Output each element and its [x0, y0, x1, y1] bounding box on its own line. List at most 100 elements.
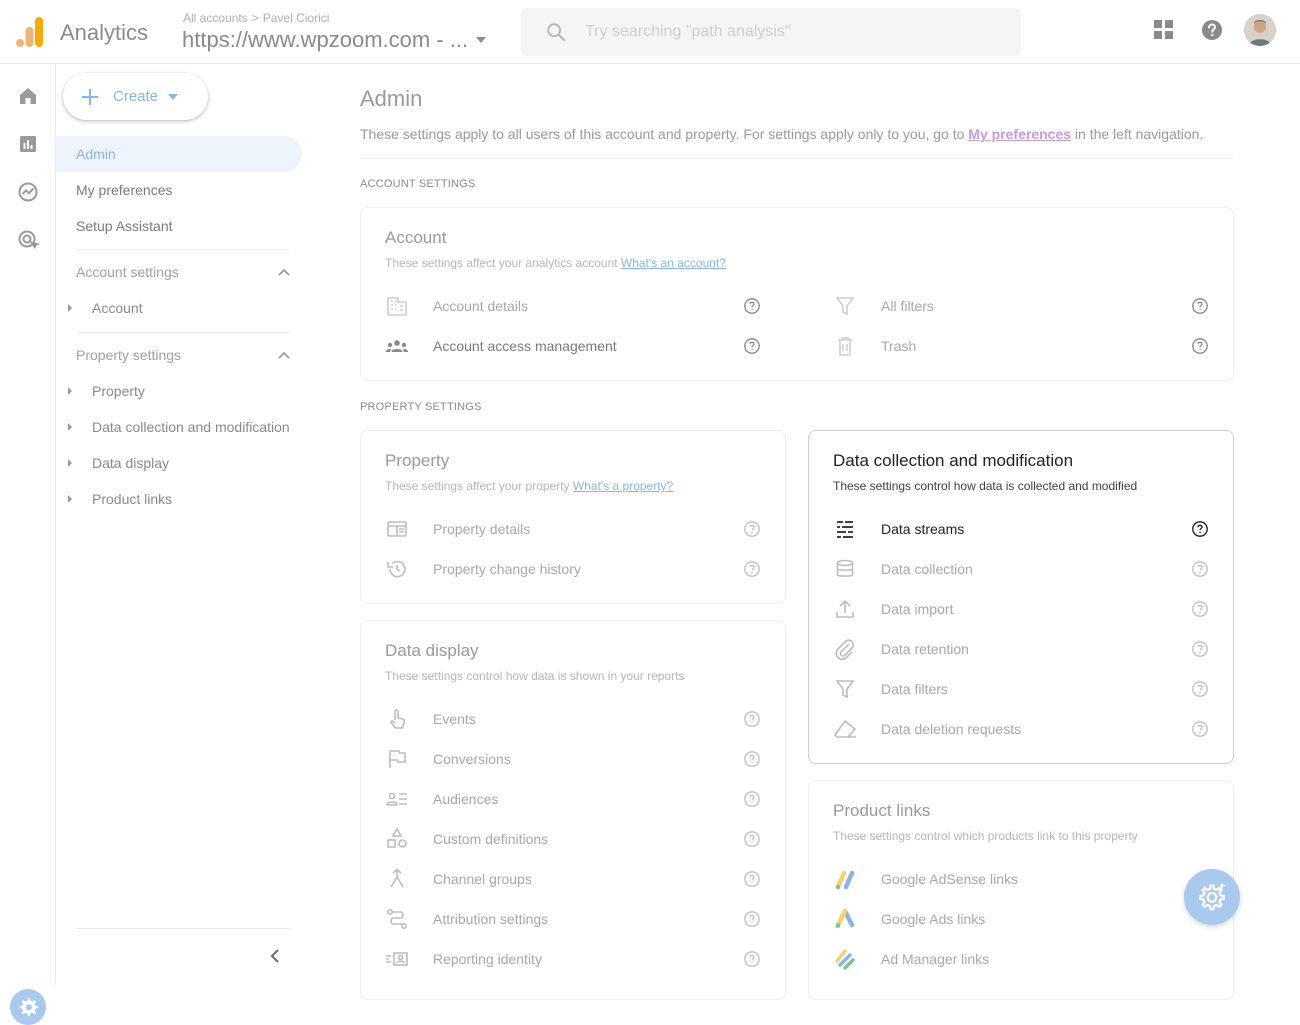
- channel-groups-item[interactable]: Channel groups: [385, 867, 532, 891]
- data-deletion-requests-item[interactable]: Data deletion requests: [833, 717, 1021, 741]
- data-streams-item[interactable]: Data streams: [833, 517, 964, 541]
- property-card-icon: [387, 521, 407, 537]
- help-circle-icon[interactable]: [1191, 560, 1209, 578]
- nav-item-setup-assistant[interactable]: Setup Assistant: [56, 208, 302, 244]
- nav-sub-data-collection[interactable]: Data collection and modification: [68, 419, 304, 435]
- help-circle-icon[interactable]: [743, 790, 761, 808]
- help-circle-icon[interactable]: [1191, 600, 1209, 618]
- data-retention-item[interactable]: Data retention: [833, 637, 969, 661]
- help-circle-icon[interactable]: [743, 520, 761, 538]
- events-item[interactable]: Events: [385, 707, 476, 731]
- help-circle-icon[interactable]: [743, 870, 761, 888]
- account-access-management-item[interactable]: Account access management: [385, 334, 617, 358]
- left-rail: [0, 64, 56, 1025]
- data-import-item[interactable]: Data import: [833, 597, 953, 621]
- nav-sub-account[interactable]: Account: [68, 300, 304, 316]
- shapes-icon: [387, 827, 407, 848]
- avatar[interactable]: [1244, 14, 1276, 46]
- nav-item-admin[interactable]: Admin: [56, 136, 302, 172]
- main-content: Admin These settings apply to all users …: [316, 64, 1300, 1000]
- data-collection-item[interactable]: Data collection: [833, 557, 973, 581]
- database-icon: [836, 559, 854, 577]
- property-change-history-item[interactable]: Property change history: [385, 557, 581, 581]
- paperclip-icon: [835, 639, 855, 660]
- audiences-item[interactable]: Audiences: [385, 787, 498, 811]
- settings-sparkle-fab[interactable]: [1184, 869, 1240, 925]
- data-filters-item[interactable]: Data filters: [833, 677, 948, 701]
- conversions-item[interactable]: Conversions: [385, 747, 511, 771]
- account-card: Account These settings affect your analy…: [360, 207, 1234, 381]
- all-filters-item[interactable]: All filters: [833, 294, 934, 318]
- item-label: Google AdSense links: [881, 871, 1018, 887]
- data-display-card: Data display These settings control how …: [360, 620, 786, 1000]
- create-button[interactable]: Create: [63, 73, 208, 120]
- divider: [360, 158, 1234, 159]
- people-icon: [386, 340, 408, 352]
- help-circle-icon[interactable]: [1191, 520, 1209, 538]
- expand-arrow-icon: [68, 495, 72, 503]
- nav-sub-property[interactable]: Property: [68, 383, 304, 399]
- whats-a-property-link[interactable]: What's a property?: [573, 479, 673, 493]
- expand-arrow-icon: [68, 423, 72, 431]
- reports-icon[interactable]: [16, 132, 40, 156]
- nav-sub-data-display[interactable]: Data display: [68, 455, 304, 471]
- help-circle-icon[interactable]: [1191, 640, 1209, 658]
- card-subtitle: These settings control how data is colle…: [833, 479, 1138, 493]
- help-circle-icon[interactable]: [743, 830, 761, 848]
- expand-arrow-icon: [68, 387, 72, 395]
- whats-an-account-link[interactable]: What's an account?: [621, 256, 726, 270]
- account-details-item[interactable]: Account details: [385, 294, 528, 318]
- breadcrumb-account-name[interactable]: Pavel Ciorici: [263, 11, 330, 25]
- explore-icon[interactable]: [16, 180, 40, 204]
- page-description: These settings apply to all users of thi…: [360, 126, 1203, 142]
- card-title: Data collection and modification: [833, 451, 1074, 470]
- reporting-identity-item[interactable]: Reporting identity: [385, 947, 542, 971]
- apps-grid-icon[interactable]: [1148, 14, 1180, 46]
- help-circle-icon[interactable]: [743, 560, 761, 578]
- adsense-logo: [835, 870, 855, 890]
- nav-item-my-preferences[interactable]: My preferences: [56, 172, 302, 208]
- nav-item-label: My preferences: [76, 182, 173, 198]
- admin-gear-icon[interactable]: [10, 989, 46, 1025]
- help-circle-icon[interactable]: [743, 710, 761, 728]
- home-icon[interactable]: [16, 84, 40, 108]
- analytics-logo[interactable]: [16, 17, 44, 47]
- help-circle-icon[interactable]: [1191, 720, 1209, 738]
- property-settings-section-header[interactable]: Property settings: [76, 347, 290, 363]
- advertising-icon[interactable]: [16, 228, 40, 252]
- breadcrumb-all-accounts[interactable]: All accounts: [183, 11, 248, 25]
- help-circle-icon[interactable]: [1191, 680, 1209, 698]
- property-name: https://www.wpzoom.com - ...: [182, 27, 469, 52]
- building-icon: [387, 297, 407, 316]
- help-circle-icon[interactable]: [743, 337, 761, 355]
- my-preferences-link[interactable]: My preferences: [968, 126, 1071, 142]
- help-circle-icon[interactable]: [1191, 297, 1209, 315]
- google-ads-links-item[interactable]: Google Ads links: [833, 907, 985, 931]
- property-details-item[interactable]: Property details: [385, 517, 530, 541]
- collapse-nav-icon[interactable]: [270, 948, 280, 964]
- help-circle-icon[interactable]: [743, 950, 761, 968]
- adsense-links-item[interactable]: Google AdSense links: [833, 867, 1018, 891]
- property-selector[interactable]: https://www.wpzoom.com - ...: [182, 27, 487, 53]
- search-input[interactable]: [585, 23, 985, 41]
- ad-manager-logo: [835, 949, 855, 970]
- help-circle-icon[interactable]: [1191, 337, 1209, 355]
- custom-definitions-item[interactable]: Custom definitions: [385, 827, 548, 851]
- help-circle-icon[interactable]: [743, 750, 761, 768]
- help-circle-icon[interactable]: [743, 297, 761, 315]
- description-text: in the left navigation.: [1071, 126, 1204, 142]
- card-subtitle: These settings control which products li…: [833, 829, 1138, 843]
- trash-item[interactable]: Trash: [833, 334, 916, 358]
- help-icon[interactable]: [1196, 14, 1228, 46]
- item-label: Data retention: [881, 641, 969, 657]
- attribution-settings-item[interactable]: Attribution settings: [385, 907, 548, 931]
- item-label: Attribution settings: [433, 911, 549, 927]
- ad-manager-links-item[interactable]: Ad Manager links: [833, 947, 989, 971]
- breadcrumb[interactable]: All accounts > Pavel Ciorici: [183, 11, 329, 25]
- nav-divider: [76, 249, 290, 250]
- nav-sub-product-links[interactable]: Product links: [68, 491, 304, 507]
- account-settings-section-header[interactable]: Account settings: [76, 264, 290, 280]
- history-icon: [387, 560, 406, 578]
- help-circle-icon[interactable]: [743, 910, 761, 928]
- search-bar[interactable]: [521, 8, 1021, 56]
